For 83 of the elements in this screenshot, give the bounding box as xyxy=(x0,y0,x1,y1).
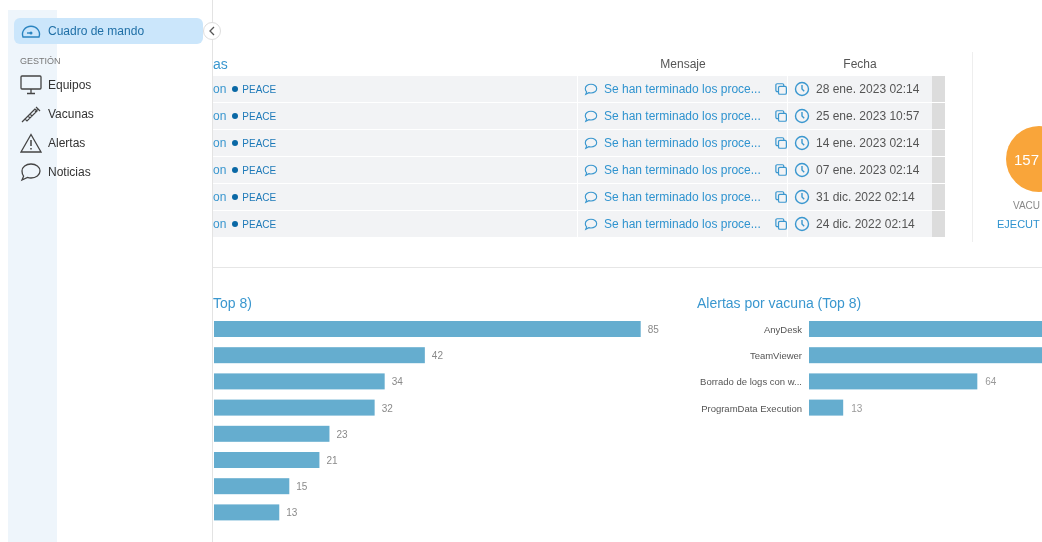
alert-name: on xyxy=(213,109,227,123)
value-label: 42 xyxy=(431,350,443,362)
collapse-button[interactable] xyxy=(203,22,221,40)
axis-label: AnyDesk xyxy=(764,324,802,335)
chart-title: Top 8) xyxy=(213,295,253,313)
clock-icon xyxy=(794,81,810,97)
alert-name: on xyxy=(213,190,227,204)
alert-tag: PEACE xyxy=(232,110,277,122)
speech-bubble-icon xyxy=(584,216,598,232)
table-row[interactable]: on PEACE Se han terminado los proce... 25 ene. 2023 10:57 xyxy=(213,103,945,129)
alert-tag: PEACE xyxy=(232,137,277,149)
menu-item[interactable]: Equipos xyxy=(14,72,140,98)
alert-name: on xyxy=(213,217,227,231)
copy-icon[interactable] xyxy=(774,109,787,123)
table-row[interactable]: on PEACE Se han terminado los proce... 14 ene. 2023 02:14 xyxy=(213,130,945,156)
alert-tag: PEACE xyxy=(232,164,277,176)
chart-title: Alertas por vacuna (Top 8) xyxy=(696,295,863,313)
table-cell xyxy=(932,76,945,102)
alert-name: on xyxy=(213,136,227,150)
card-status: EJECUT xyxy=(997,218,1040,230)
axis-label: TeamViewer xyxy=(749,350,802,362)
table-cell xyxy=(932,157,945,183)
speech-bubble-icon xyxy=(584,81,598,97)
clock-icon xyxy=(794,216,810,232)
alert-tag: PEACE xyxy=(232,218,277,230)
table-cell xyxy=(932,211,945,237)
date-text: 14 ene. 2023 02:14 xyxy=(816,136,920,150)
value-label: 13 xyxy=(851,402,863,414)
clock-icon xyxy=(794,135,810,151)
menu-item[interactable]: Noticias xyxy=(14,159,140,185)
copy-icon[interactable] xyxy=(774,163,787,177)
copy-icon[interactable] xyxy=(774,136,787,150)
date-text: 07 ene. 2023 02:14 xyxy=(816,163,920,177)
value-label: 15 xyxy=(296,481,308,493)
value-label: 85 xyxy=(647,324,659,335)
section-label: GESTIÓN xyxy=(20,56,62,66)
table-cell xyxy=(932,184,945,210)
chevron-icon xyxy=(208,26,216,36)
gauge-icon xyxy=(20,23,42,39)
axis-label: Borrado de logs con w... xyxy=(700,376,802,388)
count-circle: 157 xyxy=(1006,126,1042,192)
table-cell xyxy=(932,130,945,156)
speech-bubble-icon xyxy=(584,189,598,205)
table-row[interactable]: on PEACE Se han terminado los proce... 28 ene. 2023 02:14 xyxy=(213,76,945,102)
monitor-icon xyxy=(20,75,42,95)
value-label: 32 xyxy=(381,402,393,414)
speech-bubble-icon xyxy=(584,162,598,178)
clock-icon xyxy=(794,162,810,178)
alert-name: on xyxy=(213,163,227,177)
alert-name: on xyxy=(213,82,227,96)
table-row[interactable]: on PEACE Se han terminado los proce... 31 dic. 2022 02:14 xyxy=(213,184,945,210)
date-text: 28 ene. 2023 02:14 xyxy=(816,82,920,96)
table-row[interactable]: on PEACE Se han terminado los proce... 07 ene. 2023 02:14 xyxy=(213,157,945,183)
clock-icon xyxy=(794,108,810,124)
column-header: Mensaje xyxy=(659,57,707,71)
menu-item[interactable]: Cuadro de mando xyxy=(14,18,203,44)
speech-bubble-icon xyxy=(20,162,42,182)
warning-icon xyxy=(20,133,42,153)
card-label: VACU xyxy=(1013,200,1041,211)
menu-item[interactable]: Alertas xyxy=(14,130,140,156)
date-text: 31 dic. 2022 02:14 xyxy=(816,190,915,204)
value-label: 23 xyxy=(336,428,348,440)
value-label: 34 xyxy=(391,376,403,388)
alert-tag: PEACE xyxy=(232,191,277,203)
date-text: 25 ene. 2023 10:57 xyxy=(816,109,920,123)
table-cell xyxy=(932,103,945,129)
copy-icon[interactable] xyxy=(774,82,787,96)
copy-icon[interactable] xyxy=(774,217,787,231)
value-label: 21 xyxy=(326,455,338,466)
copy-icon[interactable] xyxy=(774,190,787,204)
clock-icon xyxy=(794,189,810,205)
menu-item[interactable]: Vacunas xyxy=(14,101,140,127)
table-row[interactable]: on PEACE Se han terminado los proce... 24 dic. 2022 02:14 xyxy=(213,211,945,237)
speech-bubble-icon xyxy=(584,135,598,151)
value-label: 64 xyxy=(985,376,997,388)
alert-tag: PEACE xyxy=(232,83,277,95)
date-text: 24 dic. 2022 02:14 xyxy=(816,217,915,231)
column-header: Fecha xyxy=(842,57,878,71)
axis-label: ProgramData Execution xyxy=(701,402,802,414)
value-label: 13 xyxy=(286,507,298,519)
syringe-icon xyxy=(20,104,42,124)
section-title: as xyxy=(213,56,229,72)
speech-bubble-icon xyxy=(584,108,598,124)
